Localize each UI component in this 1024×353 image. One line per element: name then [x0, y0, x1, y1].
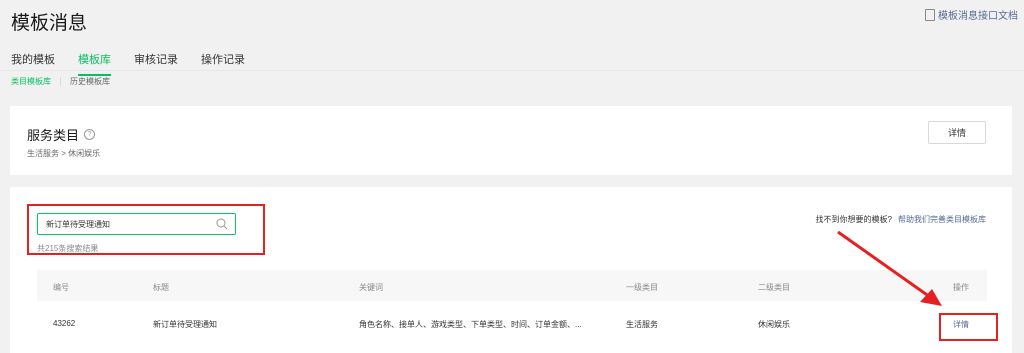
column-header-id: 编号: [53, 283, 69, 292]
service-category-title: 服务类目 ?: [27, 125, 96, 144]
tab-review-records[interactable]: 审核记录: [134, 51, 178, 76]
subtab-history-library[interactable]: 历史模板库: [70, 76, 110, 87]
column-header-title: 标题: [153, 283, 169, 292]
column-header-keywords: 关键词: [359, 283, 383, 292]
doc-link[interactable]: 模板消息接口文档: [925, 7, 1018, 22]
tab-template-library[interactable]: 模板库: [78, 51, 111, 76]
row-keywords: 角色名称、接单人、游戏类型、下单类型、时间、订单金额、...: [359, 320, 582, 329]
annotation-box-search: [27, 204, 265, 255]
category-detail-button[interactable]: 详情: [928, 121, 986, 144]
document-icon: [925, 8, 935, 21]
subtab-divider: [60, 77, 61, 86]
subtab-bar: 类目模板库 历史模板库: [11, 76, 110, 87]
page-title: 模板消息: [11, 13, 88, 34]
row-id: 43262: [53, 319, 76, 328]
column-header-category2: 二级类目: [758, 283, 790, 292]
subtab-category-library[interactable]: 类目模板库: [11, 76, 51, 87]
service-category-path: 生活服务 > 休闲娱乐: [27, 149, 101, 158]
row-title: 新订单待受理通知: [153, 320, 217, 329]
row-category2: 休闲娱乐: [758, 320, 790, 329]
row-category1: 生活服务: [626, 320, 658, 329]
column-header-action: 操作: [953, 283, 969, 292]
help-icon[interactable]: ?: [84, 129, 96, 140]
service-category-card: [10, 106, 1012, 175]
column-header-category1: 一级类目: [626, 283, 658, 292]
annotation-box-detail: [939, 313, 998, 341]
tab-divider: [0, 70, 1024, 71]
tab-operation-records[interactable]: 操作记录: [201, 51, 245, 76]
tab-bar: 我的模板 模板库 审核记录 操作记录: [11, 51, 268, 76]
missing-template-prompt: 找不到你想要的模板? 帮助我们完善类目模板库: [816, 214, 986, 225]
doc-link-label: 模板消息接口文档: [938, 11, 1018, 22]
service-category-label: 服务类目: [27, 128, 80, 143]
table-header: [37, 270, 987, 301]
tab-my-templates[interactable]: 我的模板: [11, 51, 55, 76]
missing-template-text: 找不到你想要的模板?: [815, 215, 892, 224]
improve-library-link[interactable]: 帮助我们完善类目模板库: [898, 214, 986, 225]
